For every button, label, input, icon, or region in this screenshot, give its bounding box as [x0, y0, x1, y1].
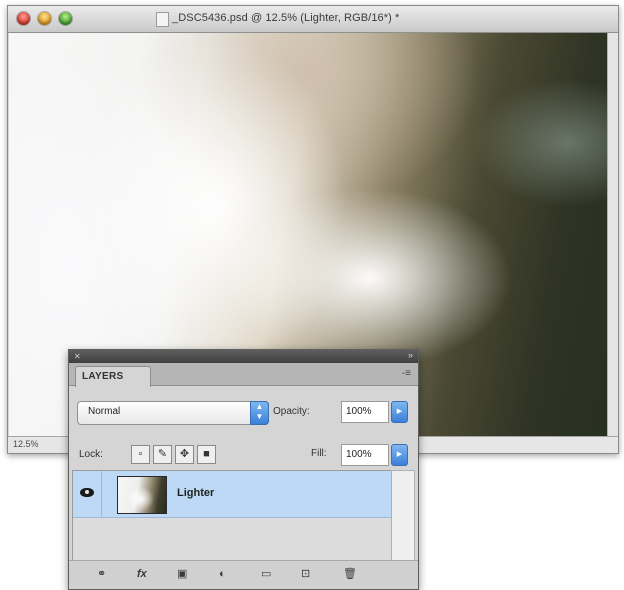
fill-label: Fill:	[311, 448, 327, 459]
empty-list-area	[73, 518, 391, 560]
panel-tab-row: LAYERS -≡	[69, 363, 418, 387]
panel-footer: ⚭ fx ▣ ◐ ▭ ⊡ 🗑	[69, 560, 418, 589]
updown-arrows-icon: ▲ ▼	[250, 401, 269, 425]
collapse-panel-icon[interactable]: »	[408, 350, 413, 360]
close-panel-icon[interactable]: ✕	[74, 352, 81, 361]
adjustment-icon[interactable]: ◐	[219, 566, 226, 582]
lock-transparency-icon[interactable]: ▫	[131, 445, 150, 464]
group-icon[interactable]: ▭	[261, 566, 271, 582]
panel-titlebar[interactable]: ✕ »	[69, 350, 418, 363]
blend-mode-select[interactable]: Normal ▲ ▼	[77, 401, 269, 425]
lock-pixels-icon[interactable]: ✎	[153, 445, 172, 464]
lock-all-icon[interactable]: ■	[197, 445, 216, 464]
opacity-label: Opacity:	[273, 406, 310, 417]
document-titlebar[interactable]: _DSC5436.psd @ 12.5% (Lighter, RGB/16*) …	[8, 6, 618, 33]
link-icon[interactable]: ⚭	[97, 566, 106, 582]
tab-layers[interactable]: LAYERS	[75, 366, 151, 387]
opacity-slider-button[interactable]: ▶	[391, 401, 408, 423]
layers-panel: ✕ » LAYERS -≡ Normal ▲ ▼ Opacity: 100% ▶ …	[68, 349, 419, 590]
fill-slider-button[interactable]: ▶	[391, 444, 408, 466]
document-title: _DSC5436.psd @ 12.5% (Lighter, RGB/16*) …	[172, 12, 400, 24]
layer-name[interactable]: Lighter	[177, 487, 214, 499]
eye-icon	[80, 488, 94, 497]
layer-row[interactable]: Lighter	[73, 471, 391, 518]
new-layer-icon[interactable]: ⊡	[301, 566, 310, 582]
fx-icon[interactable]: fx	[137, 566, 147, 582]
document-icon	[156, 12, 169, 27]
layers-scrollbar[interactable]	[391, 470, 415, 562]
layer-thumbnail	[117, 476, 167, 514]
fill-input[interactable]: 100%	[341, 444, 389, 466]
panel-menu-icon[interactable]: -≡	[402, 368, 411, 379]
trash-icon[interactable]: 🗑	[343, 566, 357, 582]
lock-position-icon[interactable]: ✥	[175, 445, 194, 464]
zoom-window-button[interactable]	[59, 12, 72, 25]
visibility-toggle[interactable]	[73, 471, 102, 517]
mask-icon[interactable]: ▣	[177, 566, 187, 582]
zoom-level[interactable]: 12.5%	[13, 439, 39, 449]
vertical-scrollbar[interactable]	[607, 33, 618, 436]
lock-label: Lock:	[79, 449, 103, 460]
minimize-window-button[interactable]	[38, 12, 51, 25]
opacity-input[interactable]: 100%	[341, 401, 389, 423]
close-window-button[interactable]	[17, 12, 30, 25]
layers-list: Lighter	[72, 470, 392, 562]
blend-mode-value: Normal	[88, 406, 121, 417]
